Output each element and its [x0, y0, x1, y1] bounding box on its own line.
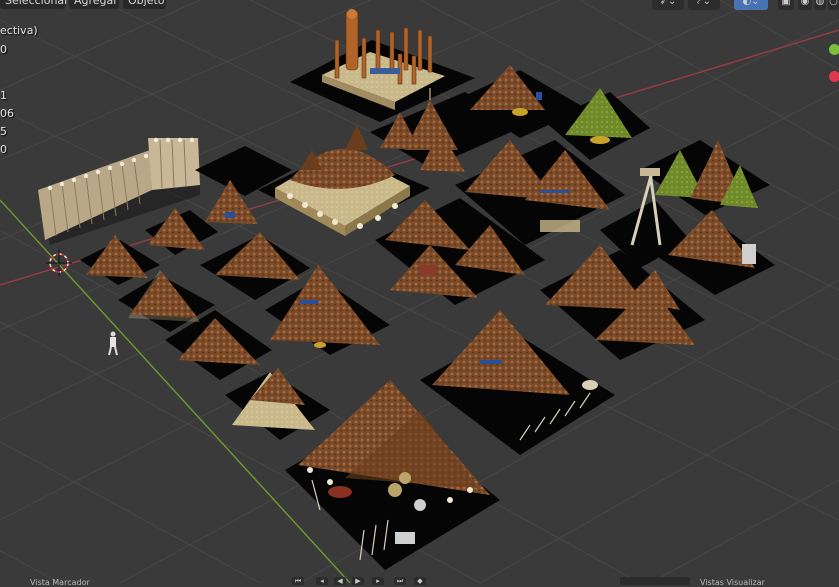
play-button[interactable]: ▶: [352, 577, 364, 585]
menu-object[interactable]: Objeto: [123, 0, 166, 9]
step-back-button[interactable]: ◂: [316, 577, 328, 585]
overlays-button[interactable]: ◐⌄: [734, 0, 768, 10]
frame-field[interactable]: [620, 577, 690, 585]
3d-viewport[interactable]: [0, 0, 839, 583]
jump-end-button[interactable]: ⏭: [394, 577, 406, 585]
stats-line-3: 1: [0, 89, 7, 102]
material-shading-icon: ◍: [815, 0, 825, 7]
menu-add[interactable]: Agregar: [69, 0, 119, 9]
transform-icon: ⤤⌄: [696, 0, 711, 7]
menu-select[interactable]: Seleccionar: [0, 0, 69, 9]
cursor-tool-button[interactable]: ➶⌄: [652, 0, 684, 10]
transform-gizmo-button[interactable]: ⤤⌄: [688, 0, 720, 10]
render-shading-icon: ○: [829, 0, 838, 7]
viewport-header: Seleccionar Agregar Objeto ➶⌄ ⤤⌄ ◐⌄ ▣ ◉ …: [0, 0, 839, 11]
render-shading-button[interactable]: ○: [828, 0, 839, 10]
gizmo-x-axis-dot[interactable]: [829, 71, 839, 82]
shading-icon: ▣: [781, 0, 791, 7]
play-reverse-button[interactable]: ◀: [334, 577, 346, 585]
overlay-icon: ◐⌄: [742, 0, 760, 7]
stats-line-1: 0: [0, 43, 7, 56]
view-name-text: ectiva): [0, 24, 38, 37]
stats-line-5: 5: [0, 125, 7, 138]
stats-line-6: 0: [0, 143, 7, 156]
solid-shading-icon: ◉: [800, 0, 810, 7]
solid-shading-button[interactable]: ◉: [798, 0, 812, 10]
stats-line-4: 06: [0, 107, 14, 120]
gizmo-y-axis-dot[interactable]: [829, 44, 839, 55]
xray-toggle[interactable]: ▣: [778, 0, 794, 10]
keyframe-button[interactable]: ◆: [414, 577, 426, 585]
material-shading-button[interactable]: ◍: [814, 0, 826, 10]
jump-start-button[interactable]: ⏮: [292, 577, 304, 585]
step-forward-button[interactable]: ▸: [372, 577, 384, 585]
cursor-icon: ➶⌄: [659, 0, 677, 7]
